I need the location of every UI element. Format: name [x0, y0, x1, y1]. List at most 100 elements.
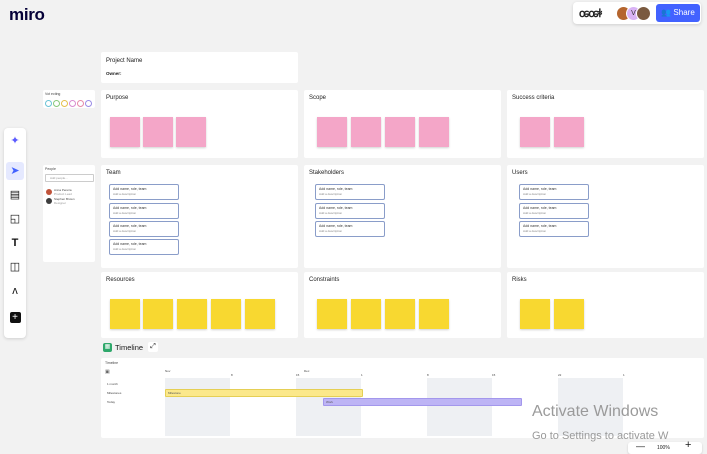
vote-panel-title: Vot ecting	[45, 92, 61, 96]
reactions-icon[interactable]: ꭀꭀꬸ	[579, 6, 602, 21]
sticky-note[interactable]	[351, 117, 381, 147]
select-tool-icon[interactable]: ➤	[6, 162, 24, 180]
ai-sparkle-icon[interactable]: ✦	[6, 132, 24, 150]
vote-panel: Vot ecting	[43, 90, 95, 108]
sticky-note[interactable]	[177, 299, 207, 329]
miro-logo[interactable]: miro	[9, 5, 45, 25]
risks-frame[interactable]: Risks	[507, 272, 704, 338]
pen-icon[interactable]: ʌ	[6, 282, 24, 300]
stakeholders-frame[interactable]: Stakeholders Add name, role, team Add a d…	[304, 165, 501, 268]
owner-label[interactable]: Owner:	[106, 71, 122, 76]
persona-card[interactable]: Add name, role, team Add a description	[519, 203, 589, 219]
day-label: 15	[296, 373, 300, 377]
vote-dot[interactable]	[61, 100, 68, 107]
timeline-bar-milestone[interactable]: Milestone	[165, 389, 363, 397]
sticky-note[interactable]	[143, 299, 173, 329]
frame-title: Purpose	[106, 95, 129, 101]
collaboration-bar: ꭀꭀꬸ V 👥 Share	[573, 2, 701, 24]
persona-card[interactable]: Add name, role, team Add a description	[315, 221, 385, 237]
vote-dot[interactable]	[69, 100, 76, 107]
sticky-note[interactable]	[385, 299, 415, 329]
frame-title: Success criteria	[512, 95, 555, 101]
project-name[interactable]: Project Name	[106, 58, 142, 64]
sticky-note[interactable]	[110, 117, 140, 147]
timeline-frame[interactable]: Timeline ▣ Nov Dec 8 15 1 8 15 22 1 1 mo…	[101, 358, 704, 438]
vote-dot[interactable]	[85, 100, 92, 107]
persona-card[interactable]: Add name, role, team Add a description	[109, 239, 179, 255]
sticky-note[interactable]	[317, 299, 347, 329]
sticky-note[interactable]	[520, 299, 550, 329]
sticky-note[interactable]	[176, 117, 206, 147]
share-label: Share	[673, 8, 695, 17]
zoom-out-button[interactable]: —	[636, 441, 645, 451]
activate-windows-title: Activate Windows	[532, 403, 659, 420]
persona-card[interactable]: Add name, role, team Add a description	[315, 203, 385, 219]
sticky-note[interactable]	[385, 117, 415, 147]
sticky-note[interactable]	[520, 117, 550, 147]
purpose-frame[interactable]: Purpose	[101, 90, 298, 158]
team-frame[interactable]: Team Add name, role, team Add a descripti…	[101, 165, 298, 268]
persona-card[interactable]: Add name, role, team Add a description	[109, 184, 179, 200]
frame-title: Users	[512, 170, 528, 176]
share-button[interactable]: 👥 Share	[656, 4, 700, 22]
zoom-level[interactable]: 100%	[657, 445, 670, 451]
timeline-column	[296, 378, 361, 436]
frame-title: Team	[106, 170, 121, 176]
timeline-bar-work[interactable]: Work	[323, 398, 522, 406]
scope-frame[interactable]: Scope	[304, 90, 501, 158]
sticky-note[interactable]	[419, 117, 449, 147]
project-header-card[interactable]: Project Name Owner:	[101, 52, 298, 83]
timeline-icon: ▦	[103, 343, 112, 352]
left-toolbar: ✦ ➤ ▤ ◱ T ◫ ʌ +	[4, 128, 26, 338]
sticky-note[interactable]	[419, 299, 449, 329]
row-label: Today	[107, 400, 116, 404]
sticky-note[interactable]	[211, 299, 241, 329]
day-label: 8	[231, 373, 233, 377]
timeline-label: Timeline	[115, 343, 144, 352]
persona-card[interactable]: Add name, role, team Add a description	[109, 203, 179, 219]
sticky-note[interactable]	[110, 299, 140, 329]
frame-title: Scope	[309, 95, 327, 101]
vote-dot[interactable]	[45, 100, 52, 107]
sticky-note[interactable]	[143, 117, 173, 147]
sticky-note[interactable]	[317, 117, 347, 147]
persona-card[interactable]: Add name, role, team Add a description	[519, 184, 589, 200]
sticky-note[interactable]	[554, 117, 584, 147]
timeline-widget-header[interactable]: ▦ Timeline ⤢	[101, 341, 159, 355]
month-label: Nov	[165, 369, 171, 373]
activate-windows-subtitle: Go to Settings to activate W	[532, 430, 669, 442]
calendar-icon[interactable]: ▣	[105, 369, 110, 375]
frame-title: Risks	[512, 277, 527, 283]
add-more-icon[interactable]: +	[6, 308, 24, 326]
people-panel: People Add people... Anna Pereira Produc…	[43, 165, 95, 262]
sticky-note[interactable]	[245, 299, 275, 329]
month-label: Dec	[304, 369, 310, 373]
frame-title: Constraints	[309, 277, 340, 283]
sticky-note[interactable]	[554, 299, 584, 329]
persona-card[interactable]: Add name, role, team Add a description	[519, 221, 589, 237]
people-search-input[interactable]: Add people...	[45, 174, 94, 182]
constraints-frame[interactable]: Constraints	[304, 272, 501, 338]
expand-icon[interactable]: ⤢	[148, 342, 158, 352]
persona-card[interactable]: Add name, role, team Add a description	[315, 184, 385, 200]
sticky-note[interactable]	[351, 299, 381, 329]
resources-frame[interactable]: Resources	[101, 272, 298, 338]
day-label: 1	[623, 373, 625, 377]
success-criteria-frame[interactable]: Success criteria	[507, 90, 704, 158]
avatar	[46, 189, 52, 195]
person-role: Designer	[54, 201, 67, 205]
zoom-controls: — 100% +	[628, 439, 702, 454]
avatar[interactable]	[636, 6, 651, 21]
shapes-icon[interactable]: ◫	[6, 258, 24, 276]
vote-dot[interactable]	[53, 100, 60, 107]
sticky-note-icon[interactable]: ◱	[6, 210, 24, 228]
persona-card[interactable]: Add name, role, team Add a description	[109, 221, 179, 237]
people-icon: 👥	[661, 8, 672, 17]
vote-dot[interactable]	[77, 100, 84, 107]
text-tool-icon[interactable]: T	[6, 234, 24, 252]
timeline-frame-title: Timeline	[105, 361, 119, 365]
templates-icon[interactable]: ▤	[6, 186, 24, 204]
day-label: 1	[361, 373, 363, 377]
zoom-in-button[interactable]: +	[685, 439, 691, 451]
users-frame[interactable]: Users Add name, role, team Add a descript…	[507, 165, 704, 268]
